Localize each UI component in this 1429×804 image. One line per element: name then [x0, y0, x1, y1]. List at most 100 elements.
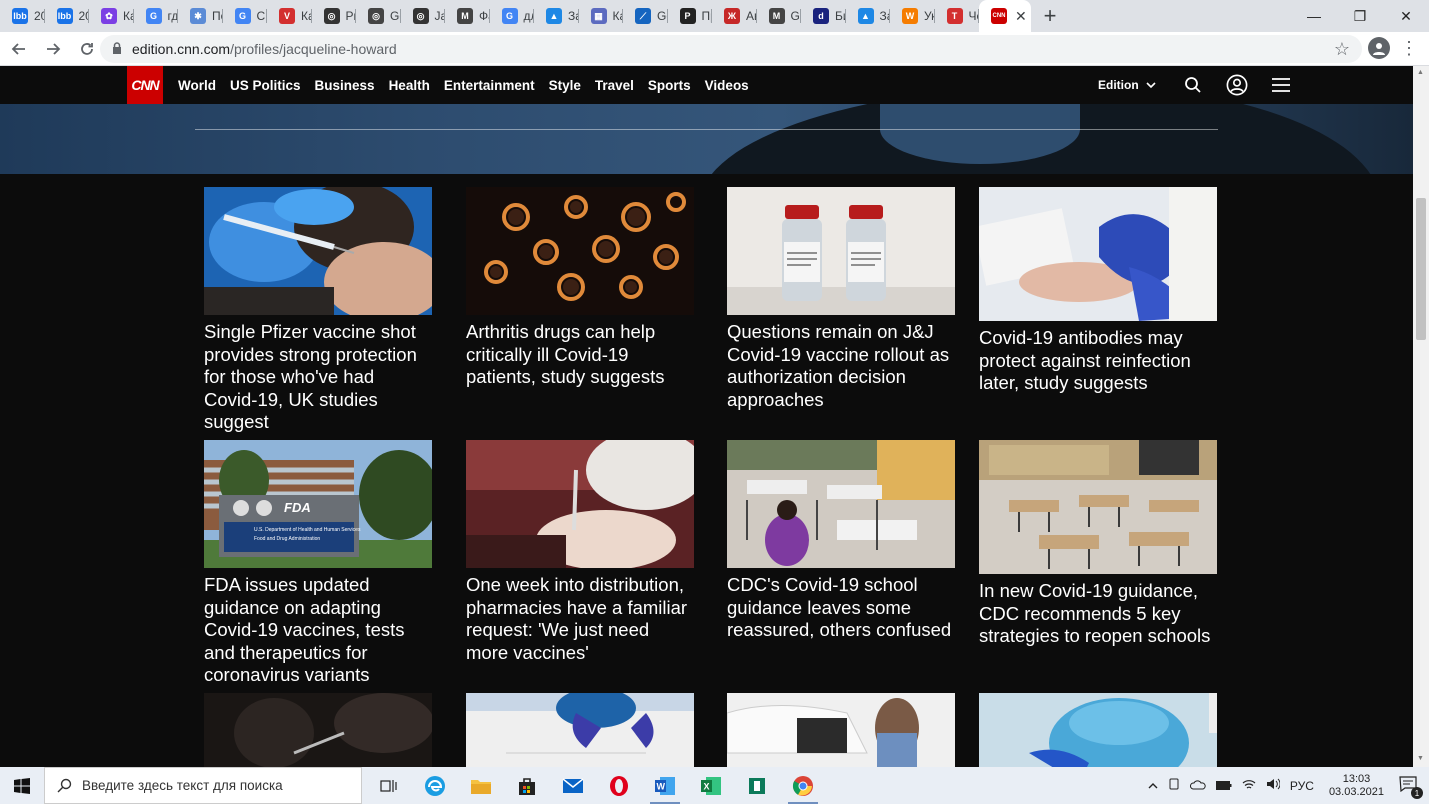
browser-tab[interactable]: ▦ Как: [579, 0, 623, 32]
article-thumbnail-classroom[interactable]: [727, 440, 955, 568]
browser-tab[interactable]: GС ч: [223, 0, 267, 32]
cnn-logo[interactable]: CNN: [127, 66, 163, 104]
search-icon[interactable]: [1182, 74, 1204, 96]
tray-device-icon[interactable]: [1168, 778, 1180, 793]
article-card[interactable]: Questions remain on J&J Covid-19 vaccine…: [727, 187, 955, 411]
taskbar-mail[interactable]: [550, 767, 596, 804]
taskbar-green-app[interactable]: [734, 767, 780, 804]
browser-tab[interactable]: ✿ Как: [89, 0, 134, 32]
browser-tab[interactable]: lbb 202: [0, 0, 45, 32]
scroll-down-arrow-icon[interactable]: ▼: [1417, 755, 1424, 762]
nav-link-health[interactable]: Health: [389, 78, 430, 93]
wifi-icon[interactable]: [1242, 779, 1256, 793]
reload-button[interactable]: [72, 34, 102, 64]
article-card[interactable]: Covid-19 antibodies may protect against …: [979, 187, 1217, 395]
taskbar-chrome[interactable]: [780, 767, 826, 804]
article-headline[interactable]: In new Covid-19 guidance, CDC recommends…: [979, 580, 1217, 648]
article-thumbnail-pharmacy[interactable]: [466, 440, 694, 568]
browser-tab[interactable]: lbb 202: [45, 0, 89, 32]
address-bar[interactable]: edition.cnn.com/profiles/jacqueline-howa…: [100, 35, 1362, 63]
browser-tab[interactable]: Gгде: [134, 0, 178, 32]
back-button[interactable]: [4, 34, 34, 64]
new-tab-button[interactable]: +: [1035, 0, 1065, 32]
article-headline[interactable]: Single Pfizer vaccine shot provides stro…: [204, 321, 432, 434]
browser-menu-icon[interactable]: ⋮: [1400, 38, 1418, 59]
browser-tab[interactable]: d Би: [801, 0, 846, 32]
browser-tab[interactable]: M Фа: [445, 0, 490, 32]
article-card[interactable]: Arthritis drugs can help critically ill …: [466, 187, 694, 389]
browser-tab[interactable]: M Go: [757, 0, 801, 32]
article-headline[interactable]: Questions remain on J&J Covid-19 vaccine…: [727, 321, 955, 411]
article-thumbnail-virus[interactable]: [466, 187, 694, 315]
nav-link-style[interactable]: Style: [549, 78, 581, 93]
article-headline[interactable]: FDA issues updated guidance on adapting …: [204, 574, 432, 687]
article-thumbnail-vaccine-shot[interactable]: [204, 187, 432, 315]
nav-link-travel[interactable]: Travel: [595, 78, 634, 93]
nav-link-sports[interactable]: Sports: [648, 78, 691, 93]
article-headline[interactable]: CDC's Covid-19 school guidance leaves so…: [727, 574, 955, 642]
battery-icon[interactable]: [1215, 779, 1232, 793]
browser-tab[interactable]: ◎ Jav: [401, 0, 445, 32]
taskbar-excel[interactable]: X: [688, 767, 734, 804]
article-card[interactable]: [727, 693, 955, 767]
article-card[interactable]: Single Pfizer vaccine shot provides stro…: [204, 187, 432, 434]
article-card[interactable]: [204, 693, 432, 767]
article-thumbnail-lab[interactable]: [466, 693, 694, 767]
tray-expand-icon[interactable]: [1148, 779, 1158, 793]
browser-tab[interactable]: Gдля: [490, 0, 534, 32]
volume-icon[interactable]: [1266, 778, 1281, 793]
browser-tab[interactable]: T Че: [935, 0, 979, 32]
nav-link-world[interactable]: World: [178, 78, 216, 93]
article-thumbnail-blood-test[interactable]: [979, 187, 1217, 321]
article-thumbnail-fda[interactable]: FDA U.S. Department of Health and Human …: [204, 440, 432, 568]
browser-tab[interactable]: ▲ Зар: [534, 0, 579, 32]
tab-active-cnn[interactable]: CNN ✕: [979, 0, 1031, 32]
taskbar-opera[interactable]: [596, 767, 642, 804]
article-thumbnail-vials[interactable]: [727, 187, 955, 315]
article-headline[interactable]: Covid-19 antibodies may protect against …: [979, 327, 1217, 395]
minimize-button[interactable]: —: [1291, 0, 1337, 32]
page-scrollbar[interactable]: ▲ ▼: [1413, 66, 1429, 767]
browser-tab[interactable]: ✱ По: [178, 0, 223, 32]
article-card[interactable]: In new Covid-19 guidance, CDC recommends…: [979, 440, 1217, 648]
taskbar-store[interactable]: [504, 767, 550, 804]
article-thumbnail-ppe[interactable]: [979, 693, 1217, 767]
account-icon[interactable]: [1226, 74, 1248, 96]
taskbar-word[interactable]: W: [642, 767, 688, 804]
start-button[interactable]: [0, 767, 44, 804]
taskbar-search-box[interactable]: Введите здесь текст для поиска: [44, 767, 362, 804]
browser-tab[interactable]: V Как: [267, 0, 312, 32]
notification-center-icon[interactable]: 1: [1399, 776, 1423, 799]
browser-tab[interactable]: ▲ Зар: [846, 0, 890, 32]
close-tab-icon[interactable]: ✕: [1015, 8, 1027, 25]
nav-link-business[interactable]: Business: [315, 78, 375, 93]
onedrive-cloud-icon[interactable]: [1189, 779, 1206, 793]
forward-button[interactable]: [38, 34, 68, 64]
scroll-up-arrow-icon[interactable]: ▲: [1417, 69, 1424, 76]
close-window-button[interactable]: ✕: [1383, 0, 1429, 32]
nav-link-videos[interactable]: Videos: [705, 78, 749, 93]
taskbar-edge[interactable]: [412, 767, 458, 804]
nav-link-entertainment[interactable]: Entertainment: [444, 78, 535, 93]
browser-tab[interactable]: ⟋ Go: [623, 0, 668, 32]
task-view-button[interactable]: [366, 767, 412, 804]
article-card[interactable]: [466, 693, 694, 767]
article-card[interactable]: [979, 693, 1217, 767]
article-thumbnail-empty-classroom[interactable]: [979, 440, 1217, 574]
article-card[interactable]: One week into distribution, pharmacies h…: [466, 440, 694, 664]
browser-tab[interactable]: ◎ Pro: [312, 0, 356, 32]
article-card[interactable]: FDA U.S. Department of Health and Human …: [204, 440, 432, 687]
input-language[interactable]: РУС: [1290, 779, 1314, 793]
scrollbar-thumb[interactable]: [1416, 198, 1426, 340]
article-card[interactable]: CDC's Covid-19 school guidance leaves so…: [727, 440, 955, 642]
browser-tab[interactable]: ◎ Ger: [356, 0, 401, 32]
article-thumbnail-dark-syringe[interactable]: [204, 693, 432, 767]
article-headline[interactable]: One week into distribution, pharmacies h…: [466, 574, 694, 664]
maximize-button[interactable]: ❐: [1337, 0, 1383, 32]
browser-tab[interactable]: P Пр: [668, 0, 712, 32]
taskbar-file-explorer[interactable]: [458, 767, 504, 804]
profile-avatar-icon[interactable]: [1368, 37, 1390, 59]
hamburger-menu-icon[interactable]: [1270, 74, 1292, 96]
nav-link-us-politics[interactable]: US Politics: [230, 78, 301, 93]
browser-tab[interactable]: Ж Ав: [712, 0, 757, 32]
